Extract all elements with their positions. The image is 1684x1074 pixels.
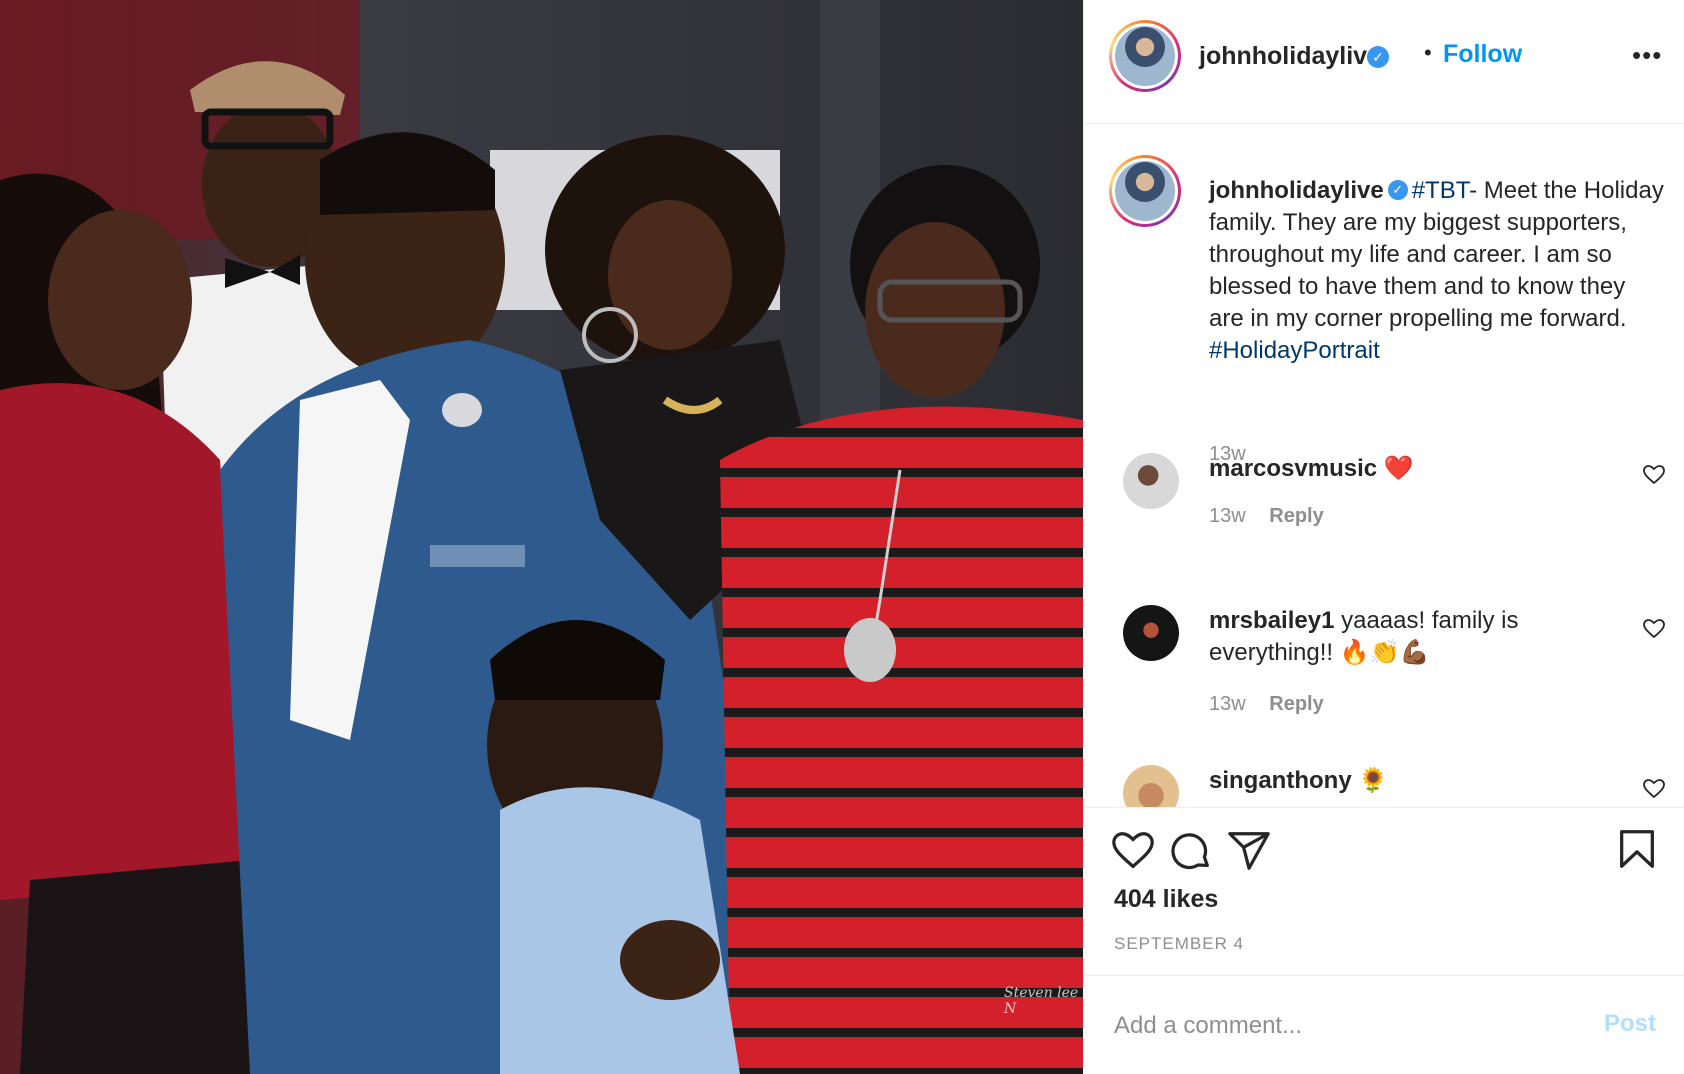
reply-button[interactable]: Reply — [1269, 693, 1323, 715]
family-photo-illustration — [0, 0, 1083, 1074]
commenter-username[interactable]: singanthony — [1209, 767, 1352, 794]
follow-button[interactable]: Follow — [1443, 40, 1522, 69]
caption-avatar[interactable] — [1109, 155, 1181, 227]
likes-count[interactable]: 404 likes — [1114, 885, 1218, 914]
comment-timestamp[interactable]: 13w — [1209, 693, 1246, 715]
post-header: johnholidaylive ✓ • Follow ••• — [1084, 0, 1684, 124]
commenter-username[interactable]: mrsbailey1 — [1209, 607, 1334, 634]
caption-text: johnholidaylive ✓ #TBT- Meet the Holiday f… — [1209, 175, 1664, 367]
bookmark-icon[interactable] — [1614, 826, 1660, 872]
post-actions: 404 likes SEPTEMBER 4 — [1084, 807, 1684, 975]
comment-body: 🌻 — [1358, 767, 1389, 794]
post-photo[interactable]: Steven lee N — [0, 0, 1083, 1074]
reply-button[interactable]: Reply — [1269, 505, 1323, 527]
author-username[interactable]: johnholidaylive — [1199, 42, 1381, 71]
comments-list[interactable]: johnholidaylive ✓ #TBT- Meet the Holiday f… — [1084, 125, 1684, 807]
comment-meta: 13w Reply — [1209, 505, 1324, 528]
verified-icon: ✓ — [1387, 179, 1408, 200]
comment-icon[interactable] — [1168, 828, 1214, 874]
more-icon[interactable]: ••• — [1632, 40, 1662, 71]
caption-username[interactable]: johnholidaylive — [1209, 177, 1384, 204]
comment-text: marcosvmusic ❤️ — [1209, 453, 1609, 485]
add-comment-bar: Post — [1084, 975, 1684, 1074]
instagram-post: Steven lee N johnholidaylive ✓ • Follow … — [0, 0, 1684, 1074]
heart-icon[interactable] — [1110, 828, 1156, 874]
post-date[interactable]: SEPTEMBER 4 — [1114, 934, 1244, 954]
commenter-avatar[interactable] — [1123, 605, 1179, 661]
heart-icon[interactable] — [1642, 463, 1666, 487]
photo-credit-watermark: Steven lee N — [1004, 985, 1079, 1017]
comment-meta: 13w Reply — [1209, 693, 1324, 716]
verified-icon: ✓ — [1367, 46, 1389, 68]
heart-icon[interactable] — [1642, 777, 1666, 801]
commenter-username[interactable]: marcosvmusic — [1209, 455, 1377, 482]
hashtag-holidayportrait[interactable]: #HolidayPortrait — [1209, 337, 1380, 364]
post-comment-button[interactable]: Post — [1604, 1010, 1656, 1038]
comment-text: singanthony 🌻 — [1209, 765, 1609, 797]
commenter-avatar[interactable] — [1123, 765, 1179, 807]
post-side-panel: johnholidaylive ✓ • Follow ••• johnholid… — [1083, 0, 1684, 1074]
share-icon[interactable] — [1226, 828, 1272, 874]
commenter-avatar[interactable] — [1123, 453, 1179, 509]
hashtag-tbt[interactable]: #TBT — [1412, 177, 1469, 204]
heart-icon[interactable] — [1642, 617, 1666, 641]
separator-dot: • — [1424, 40, 1432, 65]
comment-timestamp[interactable]: 13w — [1209, 505, 1246, 527]
comment-input[interactable] — [1114, 1006, 1554, 1046]
comment-body: ❤️ — [1383, 455, 1414, 482]
author-avatar[interactable] — [1109, 20, 1181, 92]
comment-text: mrsbailey1 yaaaas! family is everything!… — [1209, 605, 1609, 669]
